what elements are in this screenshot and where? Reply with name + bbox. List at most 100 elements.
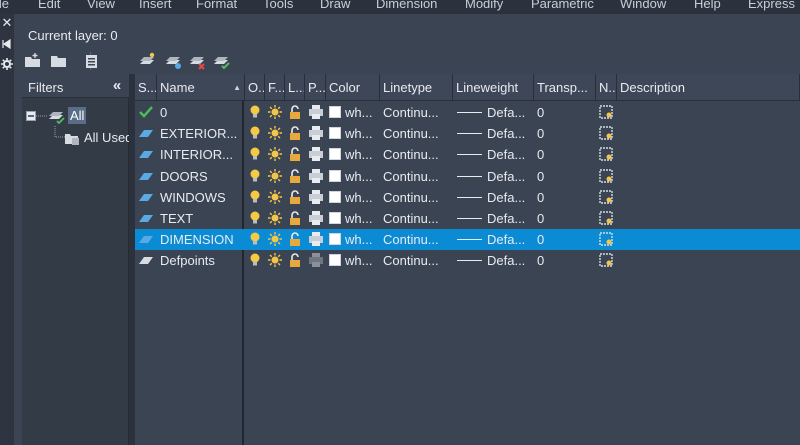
layer-row[interactable]: DOORS wh... Continu... Defa... 0 (135, 166, 800, 187)
new-vp-freeze-icon[interactable] (598, 104, 614, 120)
unlock-icon[interactable] (287, 146, 303, 162)
unlock-icon[interactable] (287, 125, 303, 141)
printer-icon[interactable] (308, 146, 324, 162)
light-bulb-icon[interactable] (247, 210, 263, 226)
menu-item-ile[interactable]: ile (0, 0, 9, 11)
layer-color[interactable]: wh... (345, 123, 379, 144)
menu-item-draw[interactable]: Draw (320, 0, 350, 11)
layer-color[interactable]: wh... (345, 208, 379, 229)
column-header-description[interactable]: Description (617, 74, 800, 101)
layer-transparency[interactable]: 0 (537, 166, 593, 187)
layer-transparency[interactable]: 0 (537, 208, 593, 229)
layer-transparency[interactable]: 0 (537, 229, 593, 250)
column-header-transparency[interactable]: Transp... (534, 74, 596, 101)
layer-name[interactable]: TEXT (160, 208, 242, 229)
column-header-lock[interactable]: L... (285, 74, 305, 101)
layer-transparency[interactable]: 0 (537, 123, 593, 144)
tree-collapse-icon[interactable] (26, 111, 36, 121)
new-group-filter-icon[interactable] (50, 52, 68, 70)
new-layer-icon[interactable] (138, 52, 156, 70)
light-bulb-icon[interactable] (247, 104, 263, 120)
layer-transparency[interactable]: 0 (537, 102, 593, 123)
new-vp-freeze-icon[interactable] (598, 231, 614, 247)
menu-item-insert[interactable]: Insert (139, 0, 172, 11)
light-bulb-icon[interactable] (247, 252, 263, 268)
menu-item-view[interactable]: View (87, 0, 115, 11)
menu-item-format[interactable]: Format (196, 0, 237, 11)
new-vp-freeze-icon[interactable] (598, 252, 614, 268)
unlock-icon[interactable] (287, 104, 303, 120)
sun-icon[interactable] (267, 189, 283, 205)
column-header-color[interactable]: Color (326, 74, 380, 101)
unlock-icon[interactable] (287, 168, 303, 184)
autohide-icon[interactable] (1, 38, 13, 52)
sun-icon[interactable] (267, 231, 283, 247)
layer-row[interactable]: TEXT wh... Continu... Defa... 0 (135, 208, 800, 229)
unlock-icon[interactable] (287, 189, 303, 205)
layer-name[interactable]: INTERIOR... (160, 144, 242, 165)
color-swatch[interactable] (329, 190, 341, 203)
printer-icon[interactable] (308, 168, 324, 184)
sun-icon[interactable] (267, 210, 283, 226)
new-property-filter-icon[interactable] (24, 52, 42, 70)
new-vp-freeze-icon[interactable] (598, 146, 614, 162)
layer-linetype[interactable]: Continu... (383, 208, 451, 229)
menu-item-parametric[interactable]: Parametric (531, 0, 594, 11)
light-bulb-icon[interactable] (247, 231, 263, 247)
menu-item-dimension[interactable]: Dimension (376, 0, 437, 11)
light-bulb-icon[interactable] (247, 168, 263, 184)
light-bulb-icon[interactable] (247, 125, 263, 141)
color-swatch[interactable] (329, 233, 341, 246)
column-header-freeze[interactable]: F... (265, 74, 285, 101)
new-layer-vp-frozen-icon[interactable] (164, 52, 182, 70)
tree-item-all-used-layers[interactable]: All Used Layers (64, 128, 134, 148)
light-bulb-icon[interactable] (247, 146, 263, 162)
menu-item-window[interactable]: Window (620, 0, 666, 11)
new-vp-freeze-icon[interactable] (598, 189, 614, 205)
layer-row[interactable]: Defpoints wh... Continu... Defa... 0 (135, 250, 800, 271)
sun-icon[interactable] (267, 104, 283, 120)
column-header-status[interactable]: S... (135, 74, 157, 101)
sun-icon[interactable] (267, 168, 283, 184)
properties-icon[interactable] (1, 58, 13, 72)
layer-lineweight[interactable]: Defa... (487, 229, 533, 250)
color-swatch[interactable] (329, 169, 341, 182)
color-swatch[interactable] (329, 148, 341, 161)
menu-item-tools[interactable]: Tools (263, 0, 293, 11)
color-swatch[interactable] (329, 254, 341, 267)
column-header-name[interactable]: Name ▲ (157, 74, 245, 101)
printer-icon[interactable] (308, 125, 324, 141)
tree-item-all[interactable]: All (26, 106, 126, 126)
layer-linetype[interactable]: Continu... (383, 229, 451, 250)
layer-lineweight[interactable]: Defa... (487, 166, 533, 187)
sun-icon[interactable] (267, 252, 283, 268)
layer-name[interactable]: DIMENSION (160, 229, 242, 250)
column-header-linetype[interactable]: Linetype (380, 74, 453, 101)
unlock-icon[interactable] (287, 210, 303, 226)
sun-icon[interactable] (267, 146, 283, 162)
printer-icon[interactable] (308, 104, 324, 120)
layer-color[interactable]: wh... (345, 144, 379, 165)
layer-lineweight[interactable]: Defa... (487, 250, 533, 271)
set-current-icon[interactable] (212, 52, 230, 70)
menu-item-edit[interactable]: Edit (38, 0, 60, 11)
color-swatch[interactable] (329, 212, 341, 224)
layer-transparency[interactable]: 0 (537, 187, 593, 208)
layer-linetype[interactable]: Continu... (383, 144, 451, 165)
layer-color[interactable]: wh... (345, 250, 379, 271)
menu-item-express[interactable]: Express (748, 0, 795, 11)
layer-row[interactable]: WINDOWS wh... Continu... Defa... 0 (135, 187, 800, 208)
layer-color[interactable]: wh... (345, 166, 379, 187)
color-swatch[interactable] (329, 127, 341, 140)
column-header-lineweight[interactable]: Lineweight (453, 74, 534, 101)
printer-icon[interactable] (308, 189, 324, 205)
delete-layer-icon[interactable] (188, 52, 206, 70)
layer-name[interactable]: EXTERIOR... (160, 123, 242, 144)
light-bulb-icon[interactable] (247, 189, 263, 205)
color-swatch[interactable] (329, 106, 341, 118)
layer-row[interactable]: 0 wh... Continu... Defa... 0 (135, 102, 800, 123)
printer-icon[interactable] (308, 231, 324, 247)
close-icon[interactable]: ✕ (1, 16, 13, 30)
layer-linetype[interactable]: Continu... (383, 187, 451, 208)
new-vp-freeze-icon[interactable] (598, 168, 614, 184)
